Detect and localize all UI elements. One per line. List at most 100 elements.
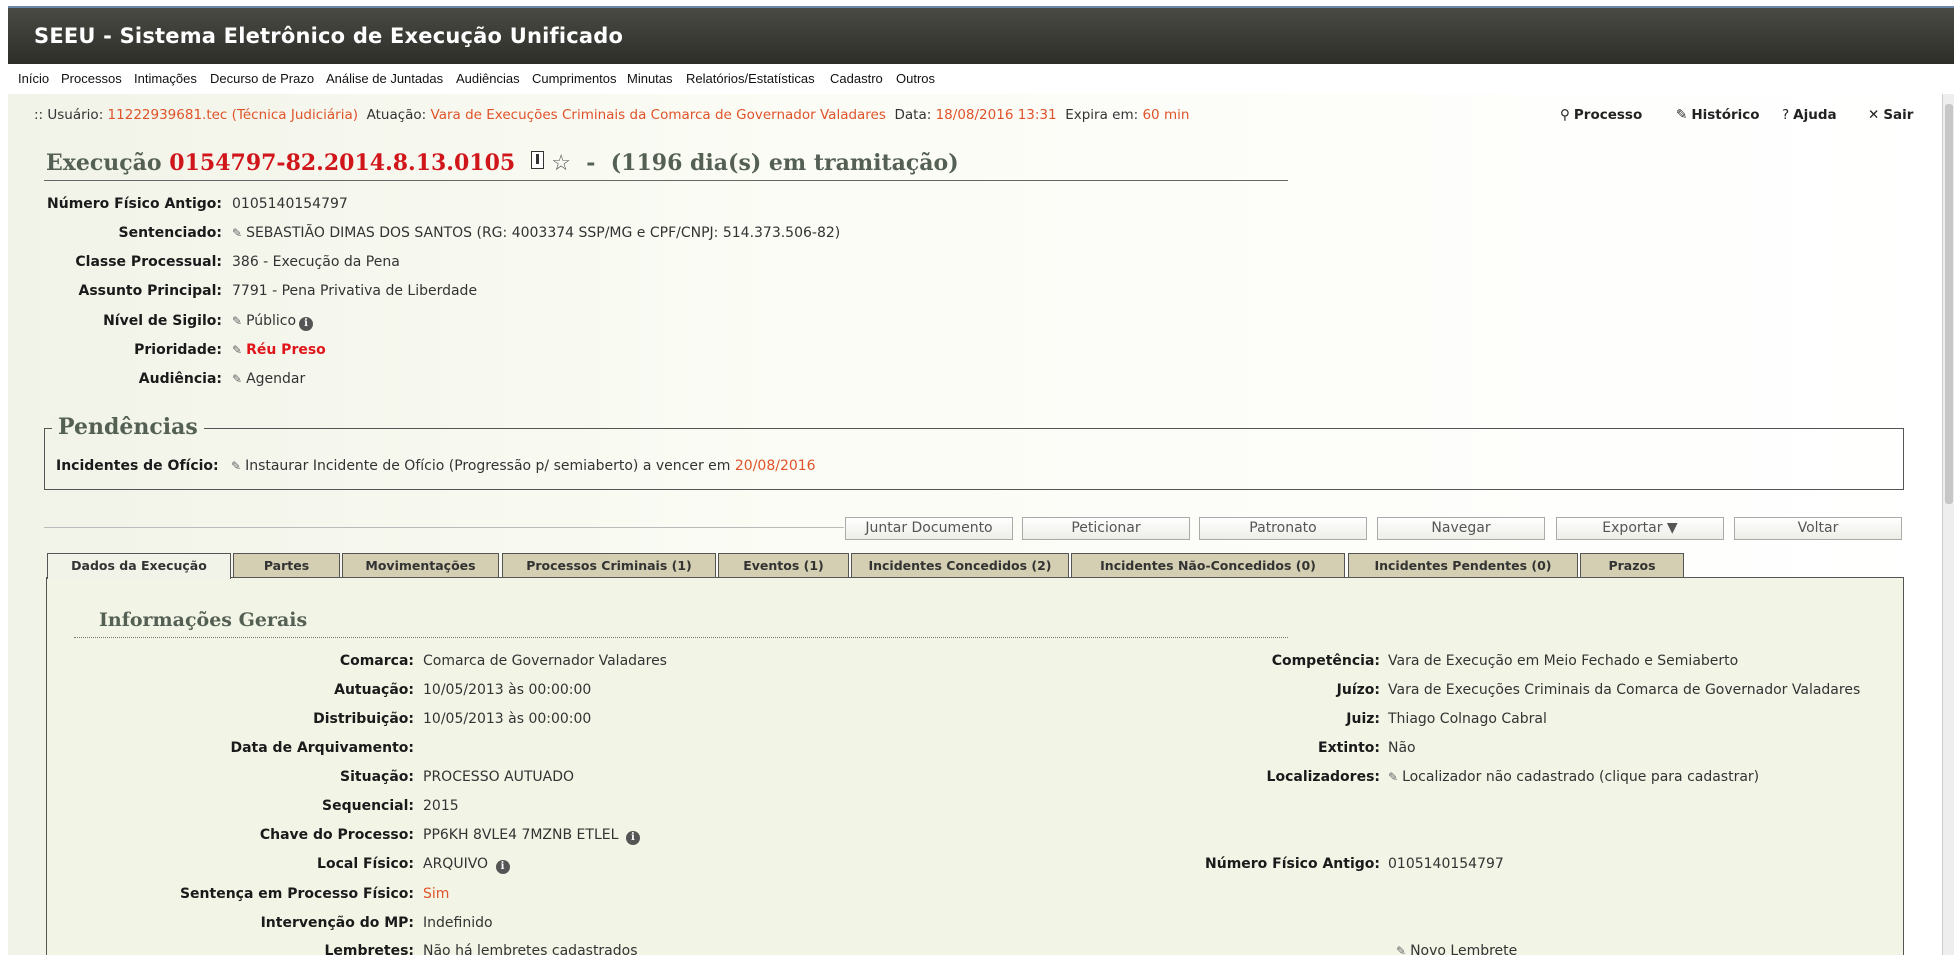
- lembretes-value: Não há lembretes cadastrados: [423, 943, 638, 955]
- user-value: 11222939681.tec (Técnica Judiciária): [107, 107, 359, 123]
- edit-pencil-icon[interactable]: ✎: [232, 226, 242, 240]
- localizadores-value: Localizador não cadastrado (clique para …: [1402, 769, 1760, 785]
- sair-link-label: Sair: [1883, 107, 1914, 123]
- extinto-value: Não: [1388, 740, 1416, 756]
- field-sentenciado[interactable]: ✎ SEBASTIÃO DIMAS DOS SANTOS (RG: 4003374…: [232, 225, 840, 241]
- peticionar-button[interactable]: Peticionar: [1022, 517, 1190, 540]
- info-icon[interactable]: i: [299, 317, 314, 331]
- sair-link[interactable]: ✕ Sair: [1868, 107, 1913, 123]
- data-label: Data:: [894, 107, 932, 123]
- menu-inicio[interactable]: Início: [18, 71, 49, 86]
- app-title: SEEU - Sistema Eletrônico de Execução Un…: [34, 24, 624, 48]
- incidente-text: Instaurar Incidente de Ofício (Progressã…: [245, 458, 731, 474]
- tab-movimentacoes[interactable]: Movimentações: [342, 553, 499, 578]
- info-icon[interactable]: i: [495, 860, 510, 874]
- incidentes-oficio[interactable]: ✎ Instaurar Incidente de Ofício (Progress…: [231, 458, 816, 474]
- menu-decurso-de-prazo[interactable]: Decurso de Prazo: [210, 71, 314, 86]
- exportar-button[interactable]: Exportar ▼: [1556, 517, 1724, 540]
- incidentes-oficio-label: Incidentes de Ofício:: [56, 458, 219, 474]
- edit-pencil-icon[interactable]: ✎: [232, 314, 242, 328]
- local-fisico: ARQUIVO i: [423, 856, 510, 874]
- edit-pencil-icon: ✎: [1396, 944, 1407, 955]
- localizadores[interactable]: ✎ Localizador não cadastrado (clique para…: [1388, 769, 1759, 785]
- tab-processos-criminais[interactable]: Processos Criminais (1): [502, 553, 716, 578]
- tab-partes[interactable]: Partes: [233, 553, 340, 578]
- field-sentenciado-label: Sentenciado:: [118, 225, 222, 241]
- field-numero-fisico-label: Número Físico Antigo:: [47, 196, 222, 212]
- autuacao-label: Autuação:: [334, 682, 414, 698]
- search-icon: ⚲: [1560, 107, 1570, 123]
- field-audiencia[interactable]: ✎ Agendar: [232, 371, 305, 387]
- edit-pencil-icon[interactable]: ✎: [232, 343, 242, 357]
- tab-incidentes-nao-concedidos[interactable]: Incidentes Não-Concedidos (0): [1071, 553, 1345, 578]
- situacao-value: PROCESSO AUTUADO: [423, 769, 575, 785]
- favorite-star-icon[interactable]: ☆: [551, 151, 571, 176]
- patronato-button[interactable]: Patronato: [1199, 517, 1367, 540]
- tab-eventos[interactable]: Eventos (1): [718, 553, 849, 578]
- chave-processo-label: Chave do Processo:: [259, 827, 414, 843]
- menu-analise-de-juntadas[interactable]: Análise de Juntadas: [326, 71, 443, 86]
- processo-link-label: Processo: [1573, 107, 1643, 123]
- tab-incidentes-pendentes[interactable]: Incidentes Pendentes (0): [1348, 553, 1578, 578]
- local-fisico-label: Local Físico:: [317, 856, 414, 872]
- scrollbar-thumb[interactable]: [1945, 104, 1953, 504]
- atuacao-label: Atuação:: [366, 107, 427, 123]
- informacoes-gerais-title: Informações Gerais: [99, 609, 308, 631]
- sigilo-value: Público: [246, 313, 297, 329]
- main-menu: Início Processos Intimações Decurso de P…: [8, 64, 1954, 94]
- novo-lembrete-link[interactable]: ✎ Novo Lembrete: [1396, 943, 1517, 955]
- user-label: :: Usuário:: [34, 107, 104, 123]
- section-divider: [74, 637, 1288, 638]
- menu-cadastro[interactable]: Cadastro: [830, 71, 883, 86]
- page-title: Execução 0154797-82.2014.8.13.0105 ☆ - (…: [46, 150, 959, 176]
- sentenca-fisico-value[interactable]: Sim: [423, 886, 449, 902]
- field-prioridade[interactable]: ✎ Réu Preso: [232, 342, 326, 358]
- voltar-button[interactable]: Voltar: [1734, 517, 1902, 540]
- menu-relatorios[interactable]: Relatórios/Estatísticas: [686, 71, 815, 86]
- data-arquivamento-label: Data de Arquivamento:: [230, 740, 414, 756]
- menu-processos[interactable]: Processos: [61, 71, 122, 86]
- navegar-button[interactable]: Navegar: [1377, 517, 1545, 540]
- info-icon[interactable]: i: [625, 831, 640, 845]
- field-prioridade-label: Prioridade:: [134, 342, 222, 358]
- edit-pencil-icon[interactable]: ✎: [1388, 770, 1398, 784]
- lembretes-label: Lembretes:: [324, 943, 414, 955]
- juntar-documento-button[interactable]: Juntar Documento: [845, 517, 1013, 540]
- sentenciado-value: SEBASTIÃO DIMAS DOS SANTOS (RG: 4003374 …: [246, 225, 841, 241]
- vertical-scrollbar[interactable]: [1942, 94, 1954, 955]
- menu-outros[interactable]: Outros: [896, 71, 935, 86]
- menu-intimacoes[interactable]: Intimações: [134, 71, 197, 86]
- comarca-label: Comarca:: [339, 653, 414, 669]
- tab-prazos[interactable]: Prazos: [1580, 553, 1684, 578]
- processo-link[interactable]: ⚲ Processo: [1560, 107, 1642, 123]
- edit-pencil-icon[interactable]: ✎: [232, 372, 242, 386]
- field-audiencia-label: Audiência:: [138, 371, 222, 387]
- menu-cumprimentos[interactable]: Cumprimentos: [532, 71, 617, 86]
- tab-dados-da-execucao[interactable]: Dados da Execução: [47, 553, 231, 579]
- pencil-icon: ✎: [1676, 107, 1688, 123]
- field-numero-fisico-value: 0105140154797: [232, 196, 348, 212]
- bookmark-icon[interactable]: [530, 151, 544, 169]
- competencia-value: Vara de Execução em Meio Fechado e Semia…: [1388, 653, 1739, 669]
- local-fisico-value: ARQUIVO: [423, 856, 489, 872]
- juizo-label: Juízo:: [1336, 682, 1380, 698]
- tab-incidentes-concedidos[interactable]: Incidentes Concedidos (2): [851, 553, 1069, 578]
- field-sigilo[interactable]: ✎ Público i: [232, 313, 314, 331]
- historico-link[interactable]: ✎ Histórico: [1676, 107, 1760, 123]
- title-separator: -: [586, 150, 596, 176]
- atuacao-value: Vara de Execuções Criminais da Comarca d…: [430, 107, 886, 123]
- juiz-label: Juiz:: [1346, 711, 1380, 727]
- distribuicao-value: 10/05/2013 às 00:00:00: [423, 711, 592, 727]
- data-value: 18/08/2016 13:31: [935, 107, 1057, 123]
- expira-label: Expira em:: [1065, 107, 1139, 123]
- sentenca-fisico-label: Sentença em Processo Físico:: [179, 886, 414, 902]
- field-classe-value: 386 - Execução da Pena: [232, 254, 400, 270]
- edit-pencil-icon[interactable]: ✎: [231, 459, 241, 473]
- close-icon: ✕: [1868, 107, 1880, 123]
- ajuda-link[interactable]: ? Ajuda: [1782, 107, 1837, 123]
- menu-audiencias[interactable]: Audiências: [456, 71, 520, 86]
- autuacao-value: 10/05/2013 às 00:00:00: [423, 682, 592, 698]
- audiencia-value: Agendar: [246, 371, 306, 387]
- menu-minutas[interactable]: Minutas: [627, 71, 673, 86]
- expira-value: 60 min: [1142, 107, 1190, 123]
